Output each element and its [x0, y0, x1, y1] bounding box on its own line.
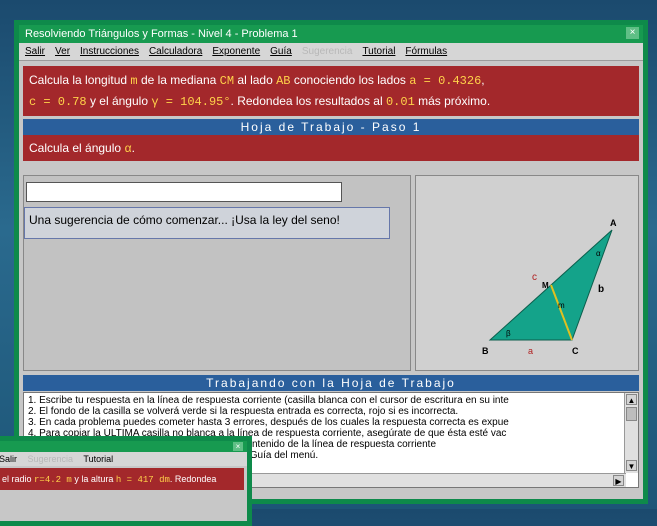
var-cm: CM: [219, 74, 235, 88]
menu-tutorial[interactable]: Tutorial: [362, 46, 395, 57]
hint-box: Una sugerencia de cómo comenzar... ¡Usa …: [24, 207, 390, 239]
background-problem-text: el radio r=4.2 m y la altura h = 417 dm.…: [0, 468, 244, 490]
var-c-value: c = 0.78: [29, 95, 87, 109]
background-window[interactable]: × Salir Sugerencia Tutorial el radio r=4…: [0, 436, 252, 526]
bg-problem-text: y la altura: [71, 474, 116, 484]
problem-text: Calcula la longitud: [29, 73, 131, 87]
main-window: Resolviendo Triángulos y Formas - Nivel …: [14, 20, 648, 504]
menu-formulas[interactable]: Fórmulas: [405, 46, 447, 57]
bg-menu-tutorial[interactable]: Tutorial: [83, 454, 113, 464]
bg-var-h: h = 417 dm: [115, 475, 170, 485]
problem-text: al lado: [234, 73, 277, 87]
scroll-up-icon[interactable]: ▲: [626, 394, 637, 405]
label-C: C: [572, 346, 579, 356]
working-header: Trabajando con la Hoja de Trabajo: [23, 375, 639, 391]
scroll-right-icon[interactable]: ▶: [613, 475, 624, 486]
scroll-down-icon[interactable]: ▼: [626, 460, 637, 471]
work-panes: Una sugerencia de cómo comenzar... ¡Usa …: [23, 175, 639, 371]
menu-guia[interactable]: Guía: [270, 46, 292, 57]
label-alpha: α: [596, 249, 601, 258]
close-icon[interactable]: ×: [626, 27, 639, 39]
step-var-alpha: α: [124, 142, 132, 156]
problem-text: ,: [481, 73, 485, 87]
menu-instrucciones[interactable]: Instrucciones: [80, 46, 139, 57]
background-title-bar[interactable]: [0, 441, 247, 452]
problem-text: de la mediana: [137, 73, 220, 87]
instruction-line: 3. En cada problema puedes cometer hasta…: [28, 417, 509, 428]
step-text-end: .: [131, 141, 135, 155]
background-close-icon[interactable]: ×: [233, 442, 243, 451]
label-c: c: [532, 272, 537, 283]
menu-calculadora[interactable]: Calculadora: [149, 46, 202, 57]
scroll-thumb[interactable]: [626, 407, 637, 421]
round-value: 0.01: [385, 95, 415, 109]
bg-menu-sugerencia: Sugerencia: [27, 454, 74, 464]
diagram-pane: A B C M a b c m α β: [415, 175, 639, 371]
problem-text: y el ángulo: [86, 94, 152, 108]
bg-problem-text: . Redondea: [169, 474, 217, 484]
window-title: Resolviendo Triángulos y Formas - Nivel …: [25, 28, 298, 40]
answer-pane: Una sugerencia de cómo comenzar... ¡Usa …: [23, 175, 411, 371]
problem-text: . Redondea los resultados al: [230, 94, 386, 108]
instruction-line: 2. El fondo de la casilla se volverá ver…: [28, 406, 459, 417]
background-menu-bar: Salir Sugerencia Tutorial: [0, 452, 247, 466]
worksheet-header: Hoja de Trabajo - Paso 1: [23, 119, 639, 135]
label-b: b: [598, 284, 604, 295]
label-M: M: [542, 281, 549, 290]
var-a-value: a = 0.4326: [409, 74, 482, 88]
label-beta: β: [506, 329, 511, 338]
var-gamma-value: γ = 104.95°: [151, 95, 231, 109]
answer-input[interactable]: [26, 182, 342, 202]
bg-var-r: r=4.2 m: [34, 475, 72, 485]
var-m: m: [130, 74, 138, 88]
problem-text: conociendo los lados: [290, 73, 410, 87]
problem-text: más próximo.: [414, 94, 491, 108]
label-m: m: [558, 301, 565, 310]
bg-problem-text: el radio: [2, 474, 35, 484]
menu-salir[interactable]: Salir: [25, 46, 45, 57]
menu-bar: Salir Ver Instrucciones Calculadora Expo…: [19, 43, 643, 61]
var-ab: AB: [276, 74, 291, 88]
step-text: Calcula el ángulo: [29, 141, 125, 155]
title-bar[interactable]: Resolviendo Triángulos y Formas - Nivel …: [19, 25, 643, 43]
label-B: B: [482, 346, 489, 356]
triangle-diagram: A B C M a b c m α β: [482, 218, 617, 356]
instruction-line: 1. Escribe tu respuesta en la línea de r…: [28, 395, 509, 406]
problem-statement: Calcula la longitud m de la mediana CM a…: [23, 66, 639, 116]
step-instruction: Calcula el ángulo α.: [23, 135, 639, 161]
menu-exponente[interactable]: Exponente: [212, 46, 260, 57]
vertical-scrollbar[interactable]: ▲ ▼: [624, 393, 638, 473]
menu-ver[interactable]: Ver: [55, 46, 70, 57]
menu-sugerencia: Sugerencia: [301, 46, 353, 57]
bg-menu-salir[interactable]: Salir: [0, 454, 17, 464]
label-A: A: [610, 218, 617, 228]
label-a: a: [528, 346, 533, 356]
